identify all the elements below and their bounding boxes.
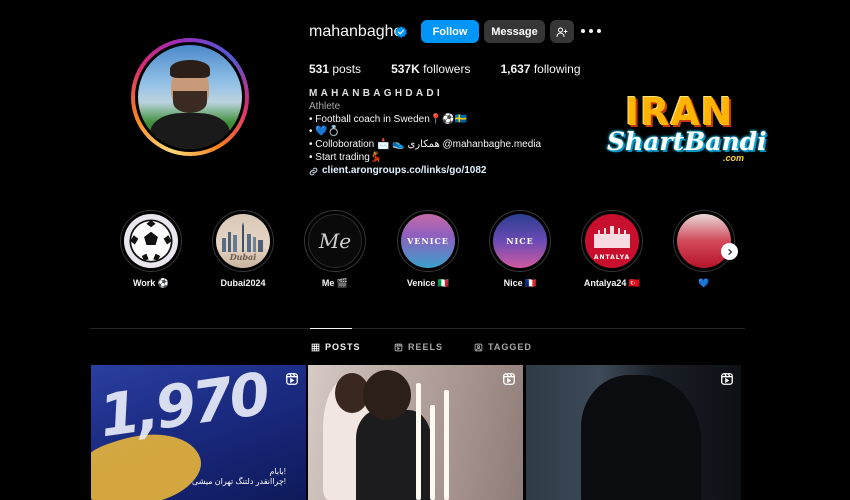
post-caption: !بابام !چراانقدر دلتنگ تهران میشی [192,467,286,487]
highlight-ring: Me [304,210,366,272]
profile-bio: MAHANBAGHDADI Athlete • Football coach i… [309,88,541,178]
bio-link-text: client.arongroups.co/links/go/1082 [322,164,487,176]
followers-label: followers [423,62,471,76]
profile-stats: 531 posts 537K followers 1,637 following [309,62,611,76]
grid-icon [311,343,320,351]
post-overlay-text: 1,970 [95,365,272,451]
highlight-dubai2024[interactable]: Dubai Dubai2024 [211,210,275,288]
highlight-ring: VENICE [397,210,459,272]
tab-tagged[interactable]: TAGGED [474,342,532,352]
highlight-cover-text: ANTALYA [593,254,631,261]
highlight-cover [677,214,731,268]
reel-indicator-icon [286,373,298,385]
stat-following[interactable]: 1,637 following [500,62,580,76]
post-candle [416,383,421,500]
active-tab-indicator [310,328,352,329]
post-caption-line: !بابام [269,467,286,476]
add-user-icon [556,27,568,37]
avatar-inner [135,42,245,152]
follow-button[interactable]: Follow [421,20,479,43]
highlight-cover: VENICE [401,214,455,268]
avatar-beard [173,91,207,113]
avatar-photo [138,45,242,149]
highlight-label: Work ⚽ [132,278,170,288]
avatar-hair [170,60,210,78]
highlight-cover: ANTALYA [585,214,639,268]
bio-line: • Start trading💃 [309,151,383,163]
highlight-cover: Me [308,214,362,268]
post-tile[interactable] [308,365,523,500]
highlight-cover [124,214,178,268]
stat-followers[interactable]: 537K followers [391,62,470,76]
highlight-me[interactable]: Me Me 🎬 [303,210,367,289]
post-caption-line: !چراانقدر دلتنگ تهران میشی [192,477,286,486]
post-candle [444,390,449,500]
more-options-icon[interactable] [581,27,601,35]
highlight-cover: Dubai [216,214,270,268]
watermark-line3: .com [723,153,745,163]
bio-category: Athlete [309,100,341,112]
highlight-work[interactable]: Work ⚽ [119,210,183,289]
post-figure-groom-head [363,370,411,420]
highlight-ring: ANTALYA [581,210,643,272]
post-tile[interactable]: 1,970 !بابام !چراانقدر دلتنگ تهران میشی [91,365,306,500]
stat-posts[interactable]: 531 posts [309,62,361,76]
highlight-ring [673,210,735,272]
highlight-label: Nice 🇫🇷 [503,278,537,288]
bio-name: MAHANBAGHDADI [309,88,444,99]
bio-line: • Football coach in Sweden📍⚽🇸🇪 [309,113,468,125]
posts-count: 531 [309,62,330,76]
highlight-label: Venice 🇮🇹 [406,278,450,288]
suggested-users-button[interactable] [550,20,574,43]
avatar-body [150,113,230,149]
tab-reels[interactable]: REELS [394,342,443,352]
highlight-antalya24[interactable]: ANTALYA Antalya24 🇹🇷 [580,210,644,289]
message-button[interactable]: Message [484,20,545,43]
link-icon [309,167,318,176]
post-candle [430,405,435,500]
skyline-icon [222,222,263,252]
bio-line: • 💙💍 [309,126,341,138]
highlight-label: Antalya24 🇹🇷 [583,278,641,288]
highlight-ring: NICE [489,210,551,272]
verified-badge-icon [395,26,407,38]
tab-posts[interactable]: POSTS [311,342,361,352]
followers-count: 537K [391,62,420,76]
tabs-divider [90,328,745,329]
chevron-right-icon [727,248,732,255]
bio-link[interactable]: client.arongroups.co/links/go/1082 [309,165,541,178]
profile-username: mahanbaghe [309,23,403,40]
highlight-label: 💙 [698,278,710,288]
highlights-next-button[interactable] [721,243,738,260]
following-count: 1,637 [500,62,531,76]
watermark-line2: ShartBandi [607,127,767,156]
highlight-cover: NICE [493,214,547,268]
profile-avatar[interactable] [131,38,249,156]
tab-tagged-label: TAGGED [488,342,532,352]
highlight-nice[interactable]: NICE Nice 🇫🇷 [488,210,552,289]
reels-icon [394,343,403,351]
bio-line: • Colloboration 📩 👟 همکاری @mahanbaghe.m… [309,139,542,151]
highlight-label: Dubai2024 [220,278,266,288]
tagged-icon [474,343,483,351]
reel-indicator-icon [503,373,515,385]
highlight-cover-text: Me [318,229,352,253]
watermark-logo: IRAN ShartBandi .com [605,90,767,170]
post-tile[interactable] [526,365,741,500]
castle-icon [594,226,630,248]
highlight-cover-text: NICE [506,236,534,246]
highlight-cover-text: Dubai [229,252,257,262]
post-figure-silhouette [581,375,701,500]
highlight-cover-text: VENICE [407,236,449,246]
reel-indicator-icon [721,373,733,385]
following-label: following [533,62,581,76]
highlight-label: Me 🎬 [321,278,349,288]
tab-posts-label: POSTS [325,342,361,352]
highlight-venice[interactable]: VENICE Venice 🇮🇹 [396,210,460,289]
highlight-ring [120,210,182,272]
posts-label: posts [332,62,362,76]
tab-reels-label: REELS [408,342,444,352]
soccer-ball-icon [129,219,173,263]
highlight-ring: Dubai [212,210,274,272]
